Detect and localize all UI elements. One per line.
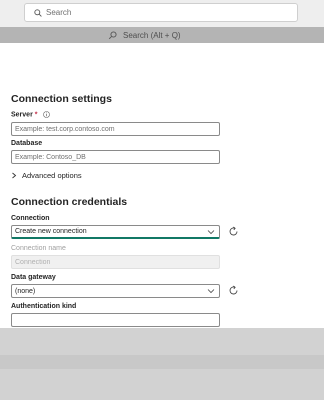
authentication-kind-label: Authentication kind bbox=[11, 303, 77, 310]
command-search-label: Search (Alt + Q) bbox=[123, 30, 181, 40]
info-icon[interactable] bbox=[43, 111, 51, 118]
top-search-box[interactable] bbox=[24, 3, 298, 22]
chevron-down-icon bbox=[207, 289, 215, 294]
advanced-options-label: Advanced options bbox=[22, 171, 82, 180]
connection-credentials-title: Connection credentials bbox=[11, 196, 128, 208]
database-label: Database bbox=[11, 140, 43, 147]
search-icon bbox=[108, 30, 117, 39]
chevron-down-icon bbox=[207, 230, 215, 235]
connection-dropdown[interactable]: Create new connection bbox=[11, 225, 220, 239]
server-label-text: Server bbox=[11, 111, 33, 119]
data-gateway-value: (none) bbox=[15, 287, 36, 295]
chevron-right-icon bbox=[12, 172, 17, 179]
top-search-input[interactable] bbox=[46, 8, 266, 17]
top-bar bbox=[0, 0, 324, 27]
lower-bar bbox=[0, 355, 324, 369]
command-search[interactable]: Search (Alt + Q) bbox=[108, 29, 181, 41]
connection-settings-title: Connection settings bbox=[11, 93, 112, 105]
required-mark: * bbox=[34, 111, 38, 119]
database-input[interactable] bbox=[11, 150, 220, 164]
data-gateway-label: Data gateway bbox=[11, 274, 56, 281]
server-input[interactable] bbox=[11, 122, 220, 136]
refresh-icon[interactable] bbox=[228, 285, 239, 296]
connection-value: Create new connection bbox=[15, 228, 87, 235]
data-gateway-dropdown[interactable]: (none) bbox=[11, 284, 220, 298]
connection-panel: Connection settings Server * Database Ad… bbox=[0, 43, 324, 328]
authentication-kind-dropdown[interactable] bbox=[11, 313, 220, 327]
search-icon bbox=[34, 8, 42, 17]
connection-label: Connection bbox=[11, 215, 50, 222]
connection-name-input[interactable] bbox=[11, 255, 220, 269]
command-bar: Search (Alt + Q) bbox=[0, 27, 324, 43]
connection-name-label: Connection name bbox=[11, 245, 66, 252]
server-label: Server * bbox=[11, 111, 51, 119]
advanced-options-toggle[interactable]: Advanced options bbox=[11, 171, 82, 180]
refresh-icon[interactable] bbox=[228, 226, 239, 237]
